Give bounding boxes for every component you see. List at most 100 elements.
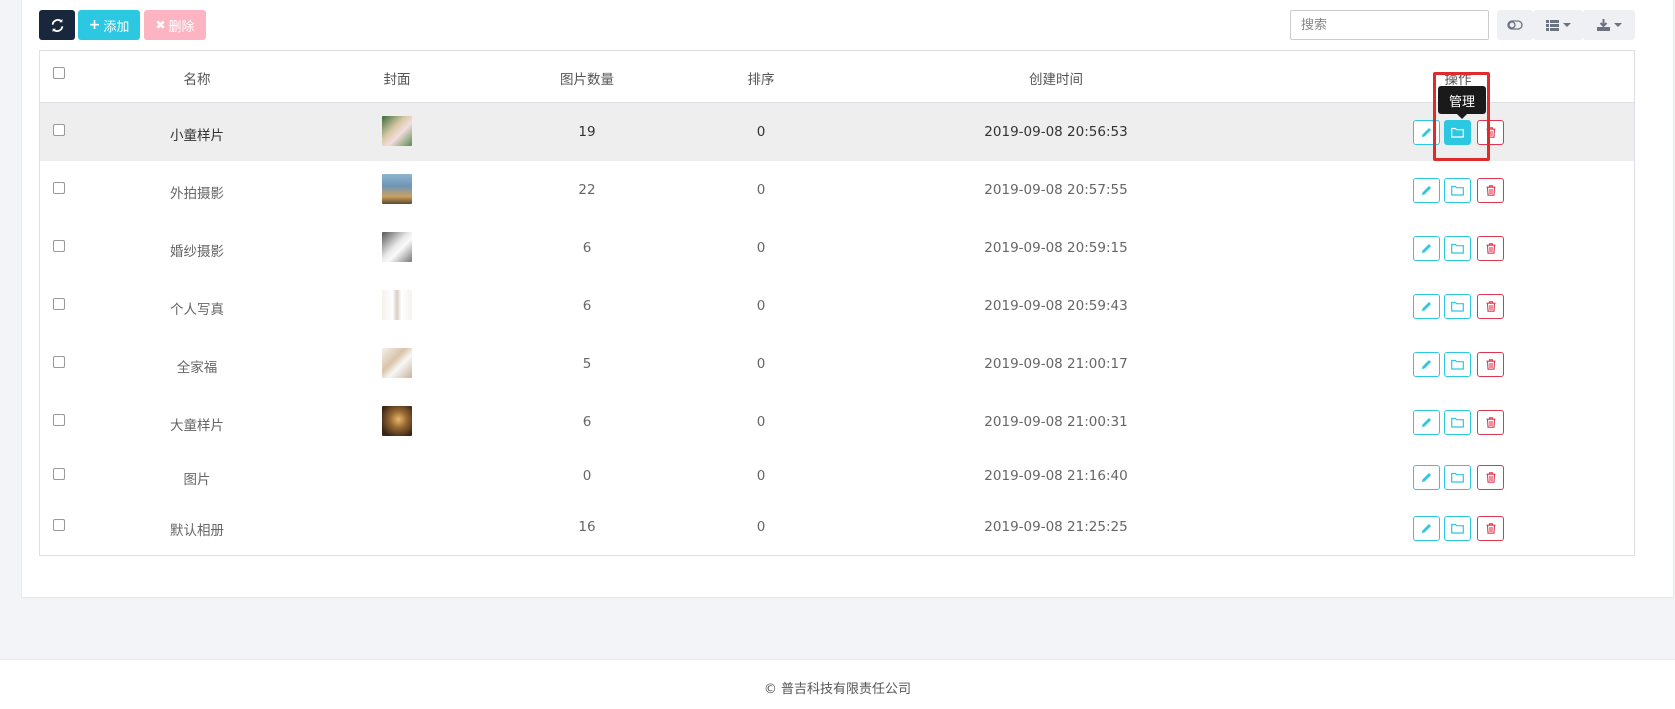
row-checkbox[interactable] (53, 519, 65, 531)
folder-icon (1451, 523, 1464, 534)
manage-button[interactable] (1444, 352, 1471, 377)
cover-image (382, 290, 412, 320)
manage-button[interactable] (1444, 294, 1471, 319)
edit-button[interactable] (1413, 236, 1440, 261)
folder-icon (1451, 359, 1464, 370)
manage-button[interactable] (1444, 178, 1471, 203)
add-button[interactable]: + 添加 (78, 10, 140, 40)
delete-button[interactable]: ✖ 删除 (144, 10, 206, 40)
edit-button[interactable] (1413, 120, 1440, 145)
footer: © 普吉科技有限责任公司 (0, 659, 1675, 709)
edit-button[interactable] (1413, 178, 1440, 203)
edit-button[interactable] (1413, 352, 1440, 377)
refresh-button[interactable] (39, 10, 75, 40)
pencil-icon (1422, 473, 1431, 482)
cover-image (382, 406, 412, 436)
refresh-icon (51, 18, 63, 32)
album-name: 小童样片 (170, 128, 224, 144)
manage-button[interactable] (1444, 120, 1471, 145)
export-dropdown-button[interactable] (1583, 10, 1635, 40)
row-checkbox[interactable] (53, 298, 65, 310)
album-name: 个人写真 (170, 302, 224, 318)
table-row: 默认相册 16 0 2019-09-08 21:25:25 (40, 503, 1634, 555)
delete-row-button[interactable] (1477, 178, 1504, 203)
table-row: 个人写真 6 0 2019-09-08 20:59:43 (40, 277, 1634, 335)
cover-image (382, 116, 412, 146)
manage-button[interactable] (1444, 410, 1471, 435)
cover-image (382, 348, 412, 378)
album-name: 大童样片 (170, 418, 224, 434)
header-cover[interactable]: 封面 (384, 68, 411, 88)
row-checkbox[interactable] (53, 356, 65, 368)
delete-button-label: 删除 (168, 19, 195, 35)
image-count: 6 (582, 240, 592, 256)
delete-row-button[interactable] (1477, 516, 1504, 541)
edit-button[interactable] (1413, 465, 1440, 490)
table-row: 大童样片 6 0 2019-09-08 21:00:31 (40, 393, 1634, 451)
sort-order: 0 (756, 124, 766, 140)
manage-tooltip: 管理 (1438, 86, 1486, 119)
row-checkbox[interactable] (53, 182, 65, 194)
sort-order: 0 (756, 414, 766, 430)
image-count: 16 (578, 519, 596, 535)
manage-button[interactable] (1444, 516, 1471, 541)
header-actions: 操作 (1444, 72, 1472, 88)
folder-icon (1451, 185, 1464, 196)
trash-icon (1486, 185, 1495, 196)
edit-button[interactable] (1413, 294, 1440, 319)
created-time: 2019-09-08 20:57:55 (984, 182, 1128, 198)
pencil-icon (1422, 186, 1431, 195)
created-time: 2019-09-08 20:59:43 (984, 298, 1128, 314)
columns-dropdown-button[interactable] (1533, 10, 1583, 40)
row-checkbox[interactable] (53, 414, 65, 426)
delete-row-button[interactable] (1477, 465, 1504, 490)
edit-button[interactable] (1413, 410, 1440, 435)
manage-button[interactable] (1444, 236, 1471, 261)
created-time: 2019-09-08 21:25:25 (984, 519, 1128, 535)
folder-icon (1451, 243, 1464, 254)
times-icon: ✖ (155, 18, 166, 32)
header-sort[interactable]: 排序 (748, 68, 775, 88)
cover-image (382, 174, 412, 204)
pencil-icon (1422, 524, 1431, 533)
header-count[interactable]: 图片数量 (560, 68, 614, 88)
trash-icon (1486, 301, 1495, 312)
image-count: 6 (582, 298, 592, 314)
copyright-text: © 普吉科技有限责任公司 (763, 682, 912, 697)
delete-row-button[interactable] (1477, 120, 1504, 145)
delete-row-button[interactable] (1477, 410, 1504, 435)
folder-icon (1451, 301, 1464, 312)
delete-row-button[interactable] (1477, 294, 1504, 319)
trash-icon (1486, 472, 1495, 483)
table-row: 全家福 5 0 2019-09-08 21:00:17 (40, 335, 1634, 393)
manage-button[interactable] (1444, 465, 1471, 490)
album-name: 婚纱摄影 (170, 244, 224, 260)
search-input[interactable] (1290, 10, 1489, 40)
trash-icon (1486, 523, 1495, 534)
trash-icon (1486, 417, 1495, 428)
row-checkbox[interactable] (53, 240, 65, 252)
pencil-icon (1422, 302, 1431, 311)
select-all-checkbox[interactable] (53, 67, 65, 79)
header-created[interactable]: 创建时间 (1029, 68, 1083, 88)
cover-image (382, 232, 412, 262)
table-row: 婚纱摄影 6 0 2019-09-08 20:59:15 (40, 219, 1634, 277)
album-name: 默认相册 (170, 523, 224, 539)
album-table: 名称 封面 图片数量 排序 创建时间 操作 小童样片 19 0 2019-09-… (39, 50, 1635, 556)
toggle-view-button[interactable] (1497, 10, 1533, 40)
created-time: 2019-09-08 21:00:31 (984, 414, 1128, 430)
add-button-label: 添加 (103, 19, 130, 35)
sort-order: 0 (756, 182, 766, 198)
folder-icon (1451, 127, 1464, 138)
delete-row-button[interactable] (1477, 352, 1504, 377)
row-checkbox[interactable] (53, 124, 65, 136)
row-checkbox[interactable] (53, 468, 65, 480)
edit-button[interactable] (1413, 516, 1440, 541)
pencil-icon (1422, 360, 1431, 369)
header-name[interactable]: 名称 (184, 68, 211, 88)
chevron-down-icon (1562, 23, 1571, 27)
sort-order: 0 (756, 356, 766, 372)
sort-order: 0 (756, 298, 766, 314)
created-time: 2019-09-08 20:59:15 (984, 240, 1128, 256)
delete-row-button[interactable] (1477, 236, 1504, 261)
